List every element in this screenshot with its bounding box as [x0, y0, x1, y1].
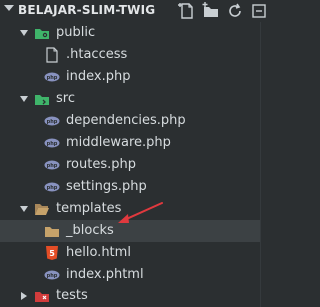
tree-item-middleware-php[interactable]: php middleware.php: [0, 132, 261, 154]
folder-icon: [35, 29, 49, 39]
html5-file-icon: 5: [46, 246, 58, 260]
svg-text:php: php: [47, 273, 58, 279]
tree-item-src[interactable]: src: [0, 88, 261, 110]
file-icon: [46, 47, 58, 63]
tree-item-label: hello.html: [66, 245, 131, 260]
scrollbar[interactable]: [260, 22, 271, 307]
folder-icon: [35, 95, 50, 107]
php-file-icon: php: [44, 138, 60, 148]
tree-item-settings-php[interactable]: php settings.php: [0, 176, 261, 198]
tree-item-dependencies-php[interactable]: php dependencies.php: [0, 110, 261, 132]
tree-item-label: middleware.php: [66, 135, 171, 150]
php-file-icon: php: [44, 116, 60, 126]
svg-text:php: php: [47, 75, 58, 81]
tree-item-label: tests: [56, 288, 88, 303]
folder-open-icon: [35, 204, 49, 215]
tests-folder-icon: [35, 292, 49, 302]
annotation-arrow-icon: [118, 202, 163, 223]
tree-item-label: dependencies.php: [66, 113, 186, 128]
tree-item-label: routes.php: [66, 157, 136, 172]
collapse-all-icon[interactable]: [250, 2, 268, 20]
tree-item-label: .htaccess: [66, 47, 128, 62]
chevron-down-icon[interactable]: [20, 95, 28, 103]
tree-item-htaccess[interactable]: .htaccess: [0, 44, 261, 66]
tree-item-index-php[interactable]: php index.php: [0, 66, 261, 88]
tree-item-label: index.phtml: [66, 267, 144, 282]
explorer-header: BELAJAR-SLIM-TWIG: [0, 0, 271, 22]
tree-item-label: index.php: [66, 69, 131, 84]
php-file-icon: php: [44, 160, 60, 170]
tree-item-hello-html[interactable]: 5 hello.html: [0, 242, 261, 264]
folder-icon: [45, 227, 59, 237]
tree-item-public[interactable]: public: [0, 22, 261, 44]
chevron-down-icon[interactable]: [20, 29, 28, 37]
tree-item-label: _blocks: [66, 223, 114, 238]
tree-item-label: src: [56, 91, 75, 106]
svg-text:php: php: [47, 141, 58, 147]
collapse-explorer-chevron-icon[interactable]: [4, 5, 14, 11]
tree-item-routes-php[interactable]: php routes.php: [0, 154, 261, 176]
tree-item-tests[interactable]: tests: [0, 285, 261, 307]
tree-item-label: public: [56, 25, 96, 40]
svg-text:php: php: [47, 185, 58, 191]
refresh-icon[interactable]: [226, 2, 244, 20]
explorer-title: BELAJAR-SLIM-TWIG: [18, 3, 156, 17]
svg-text:php: php: [47, 163, 58, 169]
php-file-icon: php: [44, 72, 60, 82]
tree-item-index-phtml[interactable]: php index.phtml: [0, 264, 261, 286]
svg-text:php: php: [47, 119, 58, 125]
chevron-down-icon[interactable]: [20, 205, 28, 213]
new-file-icon[interactable]: [178, 2, 196, 20]
chevron-right-icon[interactable]: [20, 292, 28, 300]
new-folder-icon[interactable]: [202, 2, 220, 20]
tree-item-label: settings.php: [66, 179, 147, 194]
php-file-icon: php: [44, 270, 60, 280]
svg-text:5: 5: [49, 249, 55, 258]
php-file-icon: php: [44, 182, 60, 192]
